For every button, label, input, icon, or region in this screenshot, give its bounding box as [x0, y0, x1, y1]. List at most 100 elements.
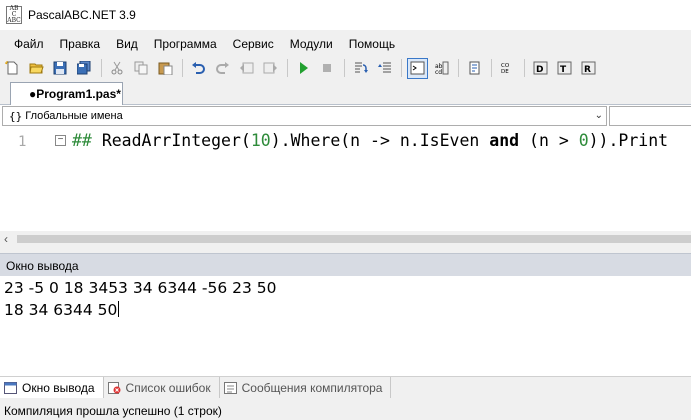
undo-button[interactable]: [188, 58, 209, 79]
save-all-button[interactable]: [74, 58, 95, 79]
scrollbar-thumb[interactable]: [17, 235, 691, 243]
save-button[interactable]: [50, 58, 71, 79]
svg-text:R: R: [584, 65, 591, 75]
code-editor[interactable]: 1 − ## ReadArrInteger(10).Where(n -> n.I…: [0, 127, 691, 231]
format-icon: [469, 61, 480, 75]
redo-icon: [216, 62, 229, 74]
svg-text:cd: cd: [435, 69, 442, 75]
editor-gutter: 1: [0, 127, 50, 231]
code-template-button[interactable]: CO DE: [497, 58, 518, 79]
debug-step-into-icon: [378, 62, 391, 73]
menu-edit[interactable]: Правка: [53, 37, 110, 51]
scroll-left-icon[interactable]: ‹: [4, 231, 8, 247]
output-line-with-caret: 18 34 6344 50: [4, 301, 120, 319]
code-token: ReadArrInteger(: [101, 131, 251, 150]
window-title: PascalABC.NET 3.9: [28, 8, 136, 22]
redo-button[interactable]: [212, 58, 233, 79]
new-file-button[interactable]: [2, 58, 23, 79]
debug-run-icon: D: [533, 61, 548, 75]
bottom-panel-tabs: Окно вывода Список ошибок Сообщения комп…: [0, 376, 691, 398]
console-button[interactable]: [407, 57, 428, 79]
editor-horizontal-scrollbar[interactable]: ‹: [0, 231, 691, 247]
debug-restart-button[interactable]: R: [578, 58, 599, 79]
toolbar-separator: [524, 59, 525, 77]
nav-back-icon: [240, 62, 254, 74]
toolbar-separator: [287, 59, 288, 77]
save-all-icon: [77, 61, 91, 75]
toolbar-separator: [344, 59, 345, 77]
debug-run-button[interactable]: D: [530, 58, 551, 79]
console-icon: [410, 61, 425, 75]
chevron-down-icon[interactable]: ⌄: [595, 110, 603, 121]
menu-program[interactable]: Программа: [147, 37, 226, 51]
tab-compiler-messages[interactable]: Сообщения компилятора: [220, 377, 392, 398]
stop-icon: [323, 64, 331, 72]
toolbar-separator: [491, 59, 492, 77]
nav-forward-button[interactable]: [260, 58, 281, 79]
svg-text:T: T: [560, 65, 567, 75]
fold-toggle-icon[interactable]: −: [55, 135, 66, 146]
run-icon: [300, 62, 308, 74]
stop-button[interactable]: [317, 58, 338, 79]
debug-trace-icon: T: [557, 61, 572, 75]
code-number: 10: [250, 131, 271, 150]
scope-combobox[interactable]: {} Глобальные имена ⌄: [2, 106, 607, 126]
run-button[interactable]: [293, 58, 314, 79]
code-template-icon: CODE: [501, 63, 510, 75]
tab-error-list[interactable]: Список ошибок: [104, 377, 220, 398]
title-bar: AB C ABC PascalABC.NET 3.9: [0, 0, 691, 30]
toolbar-separator: [458, 59, 459, 77]
code-number: 0: [578, 131, 589, 150]
nav-back-button[interactable]: [236, 58, 257, 79]
menu-help[interactable]: Помощь: [342, 37, 404, 51]
output-window-icon: [4, 381, 17, 394]
tab-label: Сообщения компилятора: [241, 380, 383, 395]
menu-bar: Файл Правка Вид Программа Сервис Модули …: [0, 34, 691, 54]
editor-tab-strip: ●Program1.pas*: [0, 80, 691, 105]
toolbar-separator: [401, 59, 402, 77]
code-line[interactable]: ## ReadArrInteger(10).Where(n -> n.IsEve…: [72, 131, 668, 150]
code-token: (n >: [519, 131, 579, 150]
save-icon: [53, 61, 67, 75]
code-token: ).: [270, 131, 291, 150]
debug-step-button[interactable]: [350, 58, 371, 79]
menu-file[interactable]: Файл: [0, 37, 53, 51]
menu-modules[interactable]: Модули: [283, 37, 342, 51]
output-panel-title: Окно вывода: [0, 253, 691, 276]
member-combobox[interactable]: [609, 106, 691, 126]
scope-row: {} Глобальные имена ⌄: [0, 105, 691, 127]
paste-button[interactable]: [155, 58, 176, 79]
open-button[interactable]: [26, 58, 47, 79]
copy-icon: [134, 61, 148, 75]
auto-complete-button[interactable]: ab cd: [431, 58, 452, 79]
format-button[interactable]: [464, 58, 485, 79]
cut-button[interactable]: [107, 58, 128, 79]
output-line: 23 -5 0 18 3453 34 6344 -56 23 50: [4, 279, 277, 297]
debug-step-into-button[interactable]: [374, 58, 395, 79]
scope-value: Глобальные имена: [25, 110, 123, 122]
logo-text-3: ABC: [7, 17, 21, 24]
copy-button[interactable]: [131, 58, 152, 79]
error-list-icon: [107, 381, 121, 394]
auto-complete-icon: abcd: [435, 61, 449, 75]
debug-trace-button[interactable]: T: [554, 58, 575, 79]
output-line: 18 34 6344 50: [4, 301, 118, 319]
open-folder-icon: [29, 63, 44, 74]
cut-icon: [111, 61, 123, 75]
text-caret: [118, 301, 120, 317]
nav-forward-icon: [263, 62, 277, 74]
tab-program1[interactable]: ●Program1.pas*: [10, 82, 123, 105]
menu-view[interactable]: Вид: [109, 37, 147, 51]
output-area[interactable]: 23 -5 0 18 3453 34 6344 -56 23 50 18 34 …: [0, 276, 691, 376]
debug-restart-icon: R: [581, 61, 596, 75]
tab-label: Список ошибок: [125, 380, 211, 395]
braces-icon: {}: [9, 109, 23, 123]
svg-text:D: D: [536, 65, 543, 75]
compiler-messages-icon: [223, 381, 237, 394]
paste-icon: [158, 62, 173, 75]
tab-output-window[interactable]: Окно вывода: [0, 377, 104, 398]
menu-service[interactable]: Сервис: [226, 37, 283, 51]
status-bar: Компиляция прошла успешно (1 строк): [0, 401, 691, 420]
debug-step-icon: [355, 62, 368, 73]
toolbar-separator: [182, 59, 183, 77]
